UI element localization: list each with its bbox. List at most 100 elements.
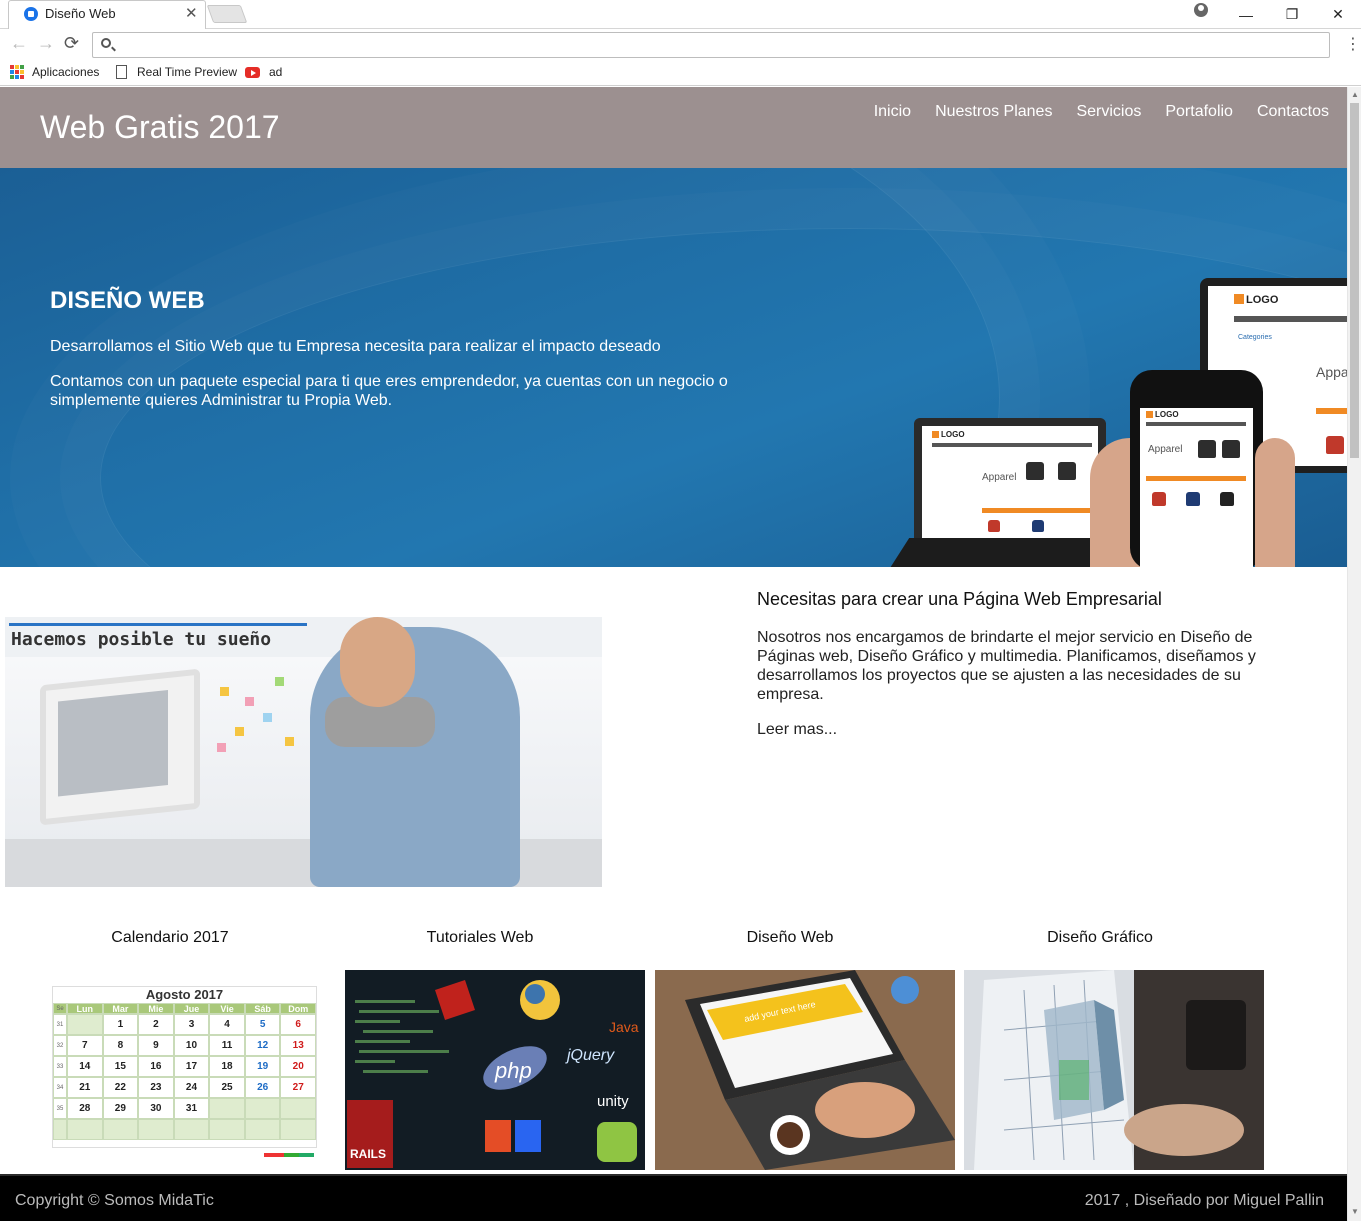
reload-button[interactable]: ⟳	[64, 33, 79, 54]
scroll-down-arrow-icon[interactable]: ▼	[1351, 1207, 1359, 1216]
calendar-day: 23	[138, 1077, 174, 1098]
laptop-workspace-illustration: add your text here	[655, 970, 955, 1170]
card-title-calendario: Calendario 2017	[111, 929, 229, 946]
calendar-week-number: 31	[53, 1014, 67, 1035]
smartphone-illustration: LOGO Apparel	[1130, 370, 1263, 567]
hero-banner: DISEÑO WEB Desarrollamos el Sitio Web qu…	[0, 168, 1347, 567]
restore-button[interactable]: ❐	[1269, 6, 1315, 23]
calendar-day	[102, 1119, 139, 1140]
diseno-web-image[interactable]: add your text here	[655, 970, 955, 1170]
browser-tab[interactable]: Diseño Web ✕	[8, 0, 206, 29]
calendar-day	[173, 1119, 210, 1140]
address-bar[interactable]	[92, 32, 1330, 58]
calendar-day: 20	[280, 1056, 316, 1077]
calendar-week-number	[53, 1119, 67, 1140]
bookmark-apps[interactable]: Aplicaciones	[10, 65, 99, 79]
calendar-day: 8	[102, 1035, 139, 1056]
image-caption: Hacemos posible tu sueño	[11, 629, 272, 650]
calendar-header: Sáb	[244, 1003, 281, 1014]
site-brand[interactable]: Web Gratis 2017	[40, 109, 280, 146]
calendar-image[interactable]: Agosto 2017 Se Lun Mar Mie Jue Vie Sáb D…	[52, 986, 317, 1157]
nav-item-contactos[interactable]: Contactos	[1257, 103, 1329, 121]
calendar-day: 11	[209, 1035, 245, 1056]
calendar-day: 10	[173, 1035, 210, 1056]
css3-icon	[515, 1120, 541, 1152]
nav-item-inicio[interactable]: Inicio	[874, 103, 911, 121]
calendar-week-number: 35	[53, 1098, 67, 1119]
calendar-title: Agosto 2017	[145, 987, 224, 1002]
bookmark-label: Aplicaciones	[32, 65, 100, 79]
calendar-day: 26	[244, 1077, 281, 1098]
nav-item-servicios[interactable]: Servicios	[1076, 103, 1141, 121]
intro-image: Hacemos posible tu sueño	[5, 617, 602, 887]
calendar-day: 27	[280, 1077, 316, 1098]
site-favicon-icon	[24, 7, 38, 21]
back-button[interactable]: ←	[10, 33, 28, 54]
nav-item-portafolio[interactable]: Portafolio	[1165, 103, 1233, 121]
footer-credit: 2017 , Diseñado por Miguel Pallin	[1084, 1192, 1324, 1209]
calendar-day: 4	[209, 1014, 245, 1035]
calendar-day: 30	[138, 1098, 174, 1119]
calendar-day: 5	[244, 1014, 281, 1035]
calendar-day: 1	[102, 1014, 139, 1035]
apps-grid-icon	[10, 65, 24, 79]
new-tab-button[interactable]	[206, 5, 248, 23]
forward-button[interactable]: →	[37, 33, 55, 54]
minimize-button[interactable]: —	[1223, 7, 1269, 23]
card-title-diseno-grafico: Diseño Gráfico	[1047, 929, 1153, 946]
hero-title: DISEÑO WEB	[50, 287, 205, 314]
bookmark-label: ad	[269, 65, 283, 79]
calendar-day	[244, 1119, 281, 1140]
calendar-header: Se	[53, 1003, 67, 1014]
page-viewport: Web Gratis 2017 Inicio Nuestros Planes S…	[0, 87, 1361, 1221]
calendar-day: 25	[209, 1077, 245, 1098]
calendar-header: Dom	[280, 1003, 316, 1014]
tutoriales-image[interactable]: php jQuery unity Java RAILS	[345, 970, 645, 1170]
calendar-day	[209, 1119, 245, 1140]
calendar-day: 24	[173, 1077, 210, 1098]
calendar-day: 21	[67, 1077, 103, 1098]
tab-title: Diseño Web	[45, 6, 116, 21]
calendar-day: 13	[280, 1035, 316, 1056]
account-icon[interactable]	[1194, 3, 1208, 17]
scroll-up-arrow-icon[interactable]: ▲	[1351, 90, 1359, 99]
svg-text:Java: Java	[609, 1019, 639, 1035]
window-controls: — ❐ ✕	[1223, 0, 1361, 29]
calendar-header: Jue	[173, 1003, 210, 1014]
search-icon	[101, 38, 111, 48]
calendar-header: Mie	[138, 1003, 174, 1014]
calendar-day: 2	[138, 1014, 174, 1035]
nav-item-nuestros-planes[interactable]: Nuestros Planes	[935, 103, 1052, 121]
browser-menu-button[interactable]: ⋮	[1345, 34, 1361, 54]
bookmark-real-time-preview[interactable]: Real Time Preview	[116, 65, 237, 79]
scrollbar-thumb[interactable]	[1350, 103, 1359, 458]
computer-illustration	[40, 668, 200, 826]
calendar-day	[67, 1014, 103, 1035]
hero-paragraph: Contamos con un paquete especial para ti…	[50, 373, 728, 409]
calendar-grid: Se Lun Mar Mie Jue Vie Sáb Dom 31 1 2 3 …	[53, 1003, 316, 1140]
html5-icon	[485, 1120, 511, 1152]
read-more-link[interactable]: Leer mas...	[757, 721, 837, 739]
calendar-day	[244, 1098, 281, 1119]
calendar-week-number: 32	[53, 1035, 67, 1056]
svg-text:php: php	[494, 1058, 532, 1083]
svg-text:RAILS: RAILS	[350, 1147, 386, 1161]
bookmark-label: Real Time Preview	[137, 65, 238, 79]
diseno-grafico-image[interactable]	[964, 970, 1264, 1170]
calendar-day: 19	[244, 1056, 281, 1077]
calendar-header: Vie	[209, 1003, 245, 1014]
bookmark-ad[interactable]: ad	[245, 65, 282, 79]
calendar-day: 22	[102, 1077, 139, 1098]
calendar-day: 7	[67, 1035, 103, 1056]
calendar-day: 15	[102, 1056, 139, 1077]
site-footer: Copyright © Somos MidaTic 2017 , Diseñad…	[0, 1174, 1347, 1221]
architecture-design-illustration	[964, 970, 1264, 1170]
calendar-day: 3	[173, 1014, 210, 1035]
page-scrollbar[interactable]: ▲ ▼	[1347, 87, 1361, 1221]
calendar-day: 14	[67, 1056, 103, 1077]
svg-text:unity: unity	[597, 1093, 629, 1110]
hero-paragraph: Desarrollamos el Sitio Web que tu Empres…	[50, 338, 661, 355]
close-window-button[interactable]: ✕	[1315, 6, 1361, 23]
tab-close-icon[interactable]: ✕	[185, 4, 198, 22]
intro-body: Nosotros nos encargamos de brindarte el …	[757, 629, 1256, 703]
